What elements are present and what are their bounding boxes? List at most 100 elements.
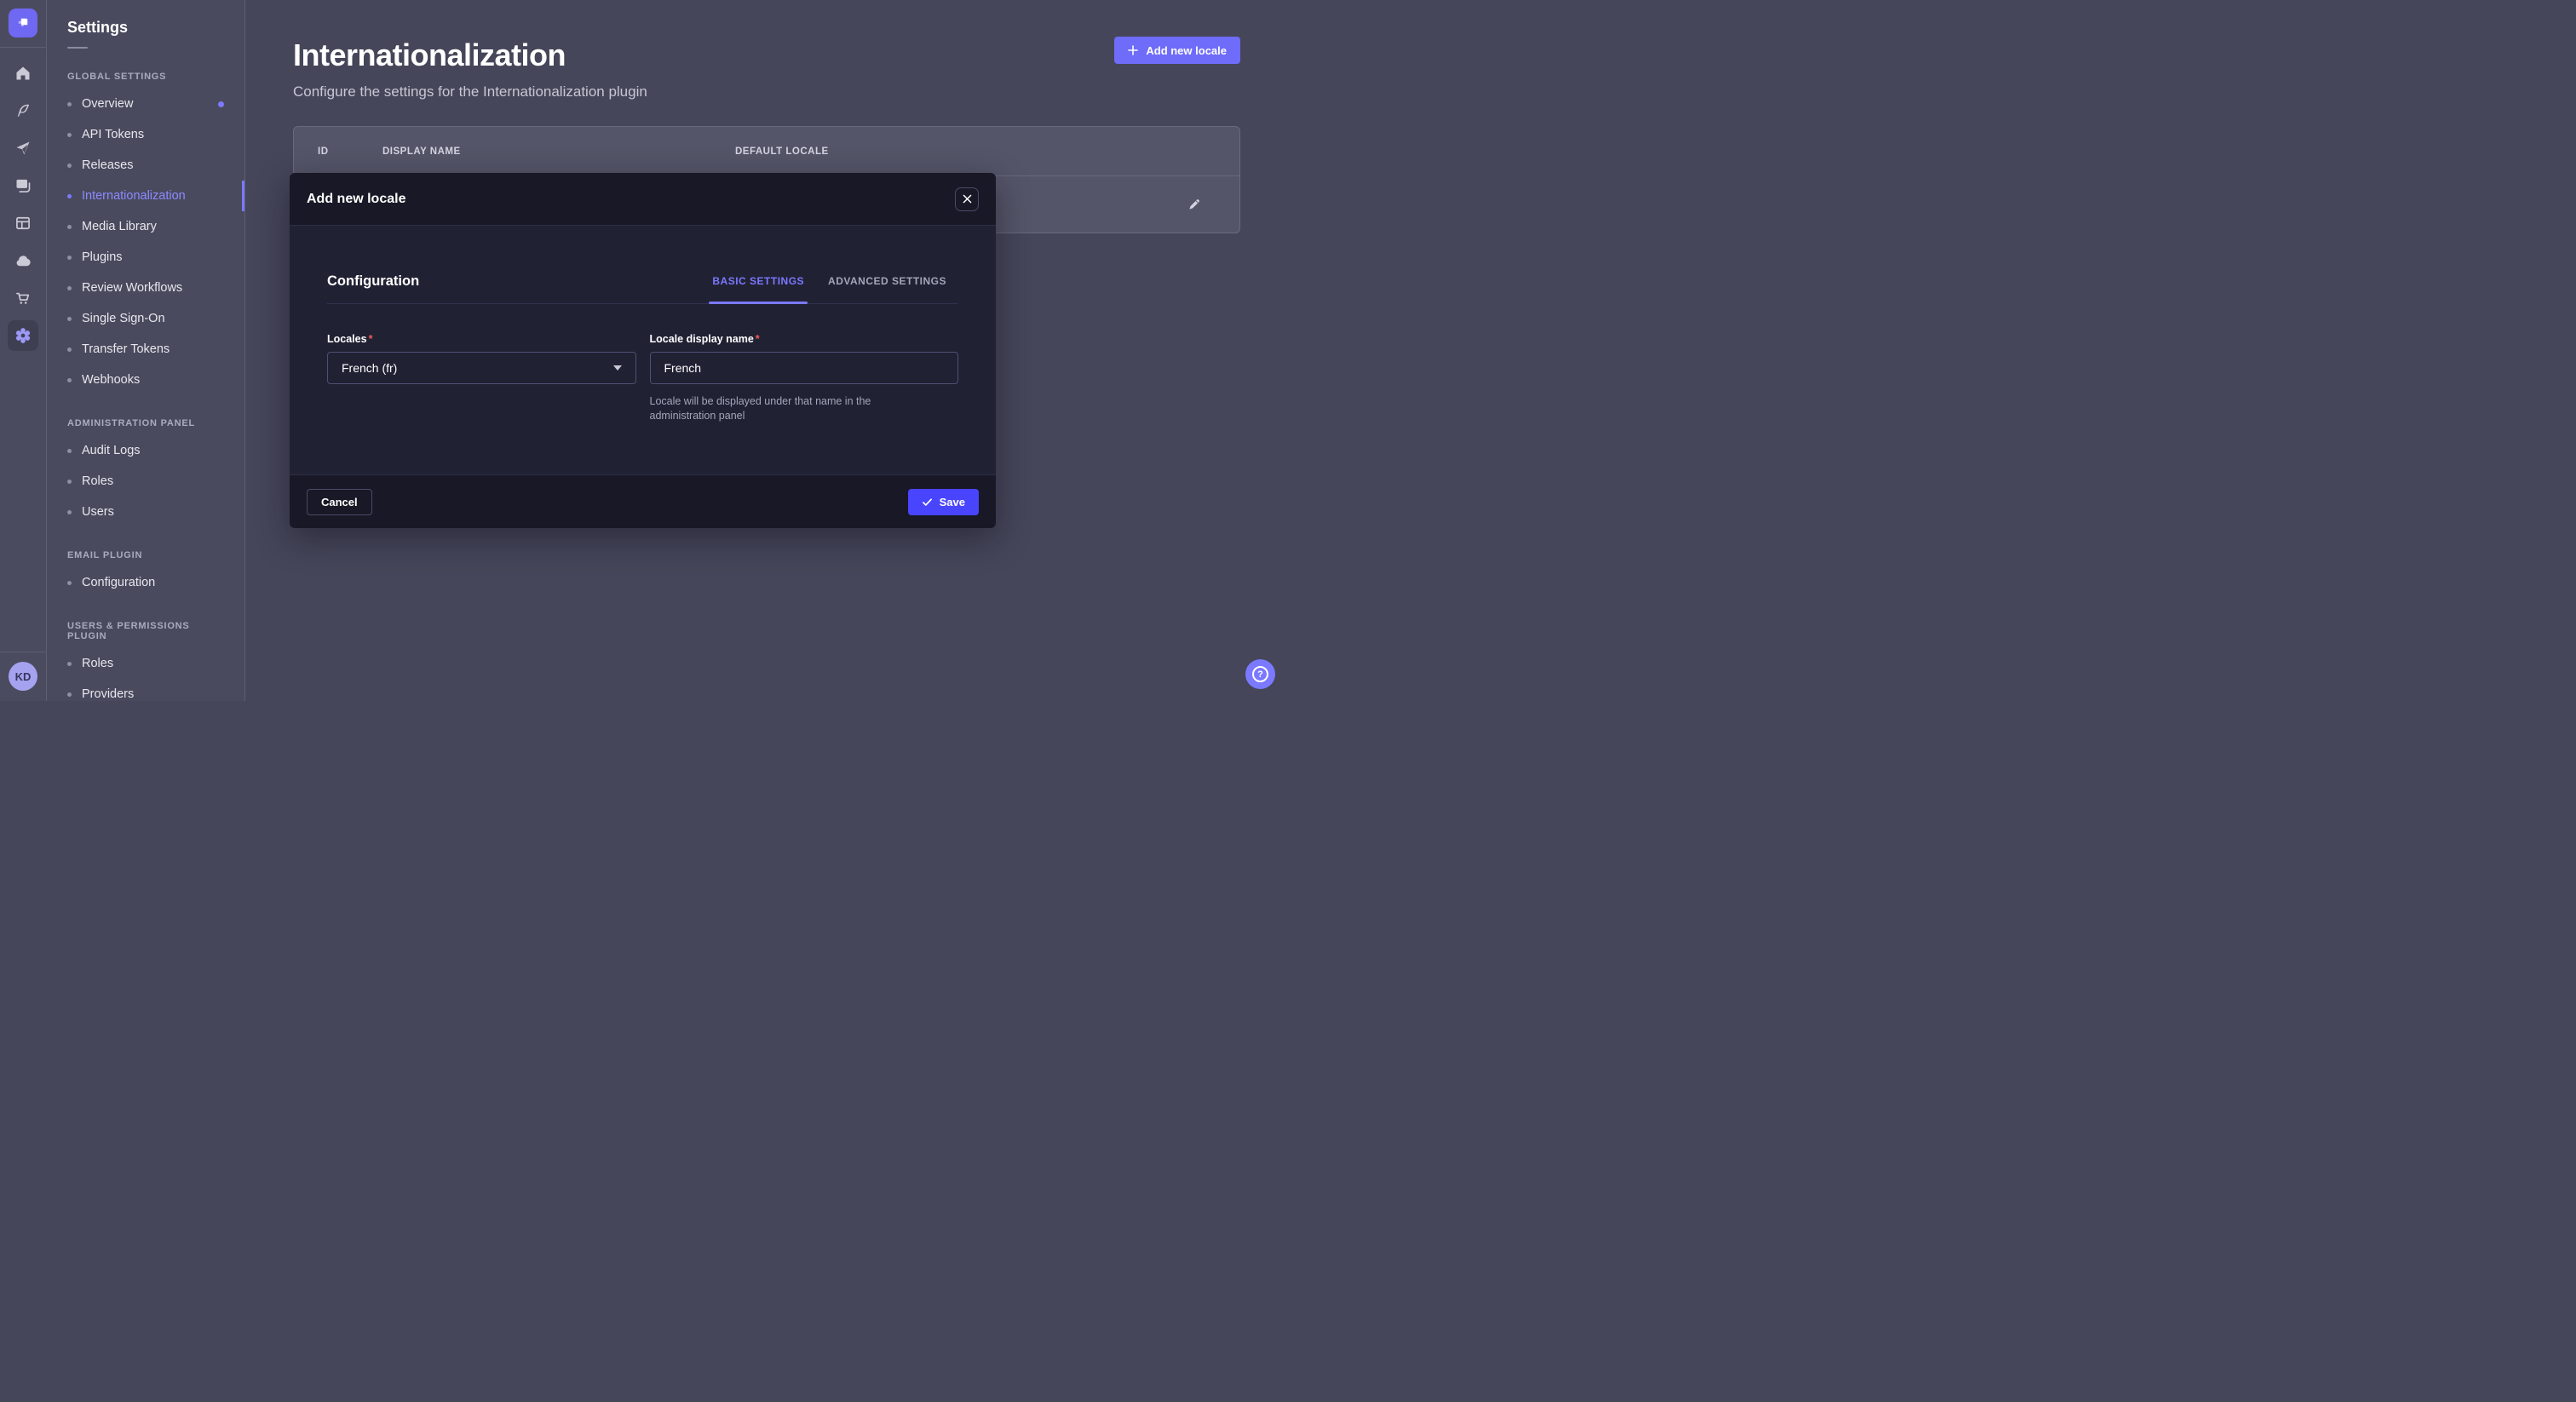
images-icon (14, 177, 32, 194)
sidebar-item-single-sign-on[interactable]: Single Sign-On (67, 303, 224, 334)
close-modal-button[interactable] (955, 187, 979, 211)
close-icon (963, 194, 972, 204)
sidebar-item-admin-users[interactable]: Users (67, 497, 224, 527)
bullet-icon (67, 692, 72, 697)
sidebar-icon-settings[interactable] (8, 320, 38, 351)
help-button[interactable] (1245, 659, 1275, 689)
section-users-permissions-plugin: USERS & PERMISSIONS PLUGIN (67, 621, 224, 641)
sidebar-item-transfer-tokens[interactable]: Transfer Tokens (67, 334, 224, 365)
bullet-icon (67, 286, 72, 290)
section-global-settings: GLOBAL SETTINGS (67, 72, 224, 82)
feather-icon (14, 102, 32, 119)
sidebar-icon-content-manager[interactable] (4, 204, 42, 242)
configuration-heading: Configuration (327, 273, 419, 290)
page-title: Internationalization (293, 37, 1240, 73)
chevron-down-icon (613, 365, 622, 371)
locales-label: Locales* (327, 333, 372, 345)
locale-display-name-label: Locale display name* (650, 333, 760, 345)
sidebar-icon-cloud[interactable] (4, 242, 42, 279)
page-subtitle: Configure the settings for the Internati… (293, 83, 1240, 101)
layout-panel-icon (14, 215, 32, 232)
sidebar-item-review-workflows[interactable]: Review Workflows (67, 273, 224, 303)
bullet-icon (67, 449, 72, 453)
question-mark-icon (1252, 666, 1268, 682)
bullet-icon (67, 317, 72, 321)
modal-title: Add new locale (307, 192, 405, 207)
bullet-icon (67, 164, 72, 168)
bullet-icon (67, 133, 72, 137)
sidebar-item-audit-logs[interactable]: Audit Logs (67, 435, 224, 466)
column-header-id: ID (318, 147, 382, 157)
bullet-icon (67, 194, 72, 198)
check-icon (922, 497, 933, 508)
sidebar-item-plugins[interactable]: Plugins (67, 242, 224, 273)
bullet-icon (67, 510, 72, 514)
add-new-locale-modal: Add new locale Configuration BASIC SETTI… (290, 173, 996, 528)
locale-display-name-hint: Locale will be displayed under that name… (650, 394, 934, 423)
main-icon-sidebar: KD (0, 0, 47, 701)
locales-select[interactable]: French (fr) (327, 352, 636, 384)
sidebar-item-admin-roles[interactable]: Roles (67, 466, 224, 497)
required-asterisk: * (369, 333, 373, 345)
sidebar-item-releases[interactable]: Releases (67, 150, 224, 181)
tab-advanced-settings[interactable]: ADVANCED SETTINGS (816, 270, 958, 303)
sidebar-item-email-configuration[interactable]: Configuration (67, 567, 224, 598)
settings-tabs: BASIC SETTINGS ADVANCED SETTINGS (700, 270, 958, 303)
title-underline (67, 47, 88, 49)
cart-icon (14, 290, 32, 307)
modal-footer: Cancel Save (290, 474, 996, 528)
edit-locale-button[interactable] (1187, 197, 1202, 212)
page-header: Internationalization Configure the setti… (245, 0, 1288, 101)
required-asterisk: * (756, 333, 760, 345)
locales-select-value: French (fr) (342, 361, 397, 375)
section-administration-panel: ADMINISTRATION PANEL (67, 418, 224, 428)
sidebar-item-overview[interactable]: Overview (67, 89, 224, 119)
table-header-row: ID DISPLAY NAME DEFAULT LOCALE (294, 127, 1239, 176)
sidebar-icon-deploy[interactable] (4, 129, 42, 167)
sidebar-item-up-providers[interactable]: Providers (67, 679, 224, 701)
sidebar-item-api-tokens[interactable]: API Tokens (67, 119, 224, 150)
sidebar-item-up-roles[interactable]: Roles (67, 648, 224, 679)
sidebar-title: Settings (67, 19, 224, 37)
modal-body: Configuration BASIC SETTINGS ADVANCED SE… (290, 226, 996, 474)
paper-plane-icon (14, 140, 32, 157)
tabs-divider (327, 303, 958, 304)
column-header-default-locale: DEFAULT LOCALE (735, 147, 1216, 157)
avatar-initials: KD (15, 670, 32, 683)
bullet-icon (67, 225, 72, 229)
modal-header: Add new locale (290, 173, 996, 226)
sidebar-item-internationalization[interactable]: Internationalization (67, 181, 224, 211)
settings-sidebar: Settings GLOBAL SETTINGS Overview API To… (47, 0, 245, 701)
notification-dot (218, 101, 224, 107)
bullet-icon (67, 581, 72, 585)
locale-display-name-field: Locale display name* Locale will be disp… (650, 331, 959, 434)
bullet-icon (67, 480, 72, 484)
cancel-button[interactable]: Cancel (307, 489, 372, 515)
strapi-logo-icon (15, 15, 31, 31)
locales-field: Locales* French (fr) (327, 331, 636, 434)
pencil-icon (1187, 197, 1202, 212)
bullet-icon (67, 256, 72, 260)
divider (0, 47, 46, 48)
gear-icon (14, 326, 32, 345)
cloud-icon (14, 252, 32, 270)
strapi-logo[interactable] (9, 9, 37, 37)
bullet-icon (67, 348, 72, 352)
save-button[interactable]: Save (908, 489, 979, 515)
bullet-icon (67, 378, 72, 382)
bullet-icon (67, 662, 72, 666)
user-avatar[interactable]: KD (9, 662, 37, 691)
section-email-plugin: EMAIL PLUGIN (67, 550, 224, 560)
sidebar-icon-media-library[interactable] (4, 167, 42, 204)
home-icon (14, 65, 32, 82)
sidebar-icon-marketplace[interactable] (4, 279, 42, 317)
locale-display-name-input[interactable] (650, 352, 959, 384)
bullet-icon (67, 102, 72, 106)
sidebar-icon-content-type-builder[interactable] (4, 92, 42, 129)
tab-basic-settings[interactable]: BASIC SETTINGS (700, 270, 816, 303)
sidebar-icon-home[interactable] (4, 55, 42, 92)
sidebar-item-webhooks[interactable]: Webhooks (67, 365, 224, 395)
sidebar-item-media-library[interactable]: Media Library (67, 211, 224, 242)
add-new-locale-button[interactable]: Add new locale (1114, 37, 1240, 64)
plus-icon (1128, 45, 1138, 55)
